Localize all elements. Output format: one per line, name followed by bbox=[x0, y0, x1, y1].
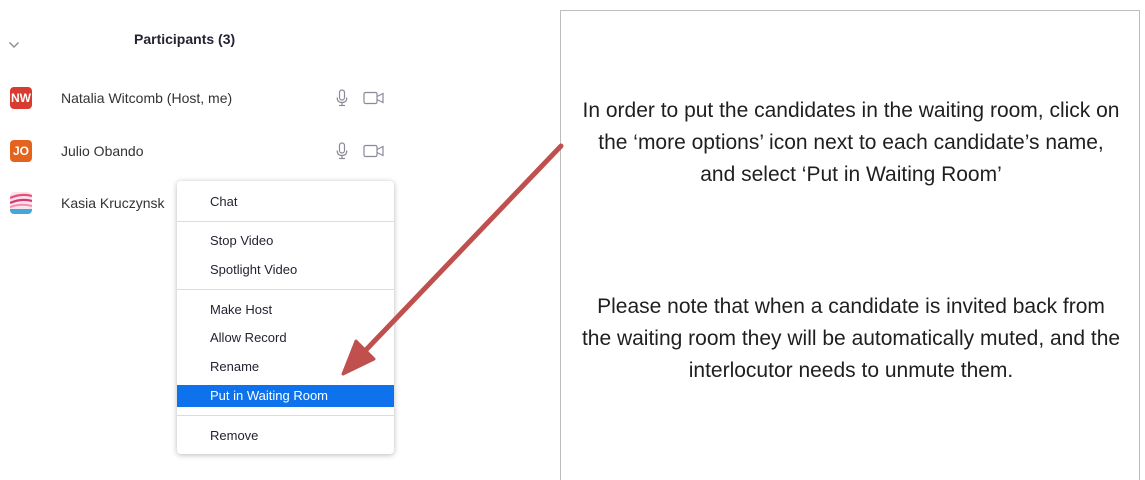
video-camera-icon[interactable] bbox=[363, 91, 385, 110]
menu-divider bbox=[177, 221, 394, 222]
avatar: JO bbox=[10, 140, 32, 162]
panel-title: Participants (3) bbox=[134, 31, 236, 47]
menu-divider bbox=[177, 415, 394, 416]
menu-item-stop-video[interactable]: Stop Video bbox=[177, 230, 394, 252]
participant-context-menu: Chat Stop Video Spotlight Video Make Hos… bbox=[177, 181, 394, 454]
menu-item-spotlight-video[interactable]: Spotlight Video bbox=[177, 259, 394, 281]
menu-item-make-host[interactable]: Make Host bbox=[177, 299, 394, 321]
participant-row[interactable]: JO Julio Obando bbox=[0, 133, 420, 169]
instruction-paragraph-2: Please note that when a candidate is inv… bbox=[581, 295, 1121, 382]
microphone-icon[interactable] bbox=[336, 89, 348, 112]
participant-name: Kasia Kruczynsk bbox=[61, 195, 165, 211]
avatar: NW bbox=[10, 87, 32, 109]
participant-name: Natalia Witcomb (Host, me) bbox=[61, 90, 233, 106]
avatar bbox=[10, 192, 32, 214]
menu-item-rename[interactable]: Rename bbox=[177, 356, 394, 378]
instruction-paragraph-1: In order to put the candidates in the wa… bbox=[582, 99, 1120, 186]
chevron-down-icon[interactable] bbox=[8, 36, 20, 54]
microphone-icon[interactable] bbox=[336, 142, 348, 165]
avatar-image-icon bbox=[10, 192, 32, 214]
menu-divider bbox=[177, 289, 394, 290]
menu-item-chat[interactable]: Chat bbox=[177, 191, 394, 213]
participant-name: Julio Obando bbox=[61, 143, 144, 159]
menu-item-put-in-waiting-room[interactable]: Put in Waiting Room bbox=[177, 385, 394, 407]
participant-row[interactable]: NW Natalia Witcomb (Host, me) bbox=[0, 80, 420, 116]
menu-item-allow-record[interactable]: Allow Record bbox=[177, 327, 394, 349]
video-camera-icon[interactable] bbox=[363, 144, 385, 163]
instruction-callout: In order to put the candidates in the wa… bbox=[560, 10, 1140, 480]
menu-item-remove[interactable]: Remove bbox=[177, 425, 394, 447]
